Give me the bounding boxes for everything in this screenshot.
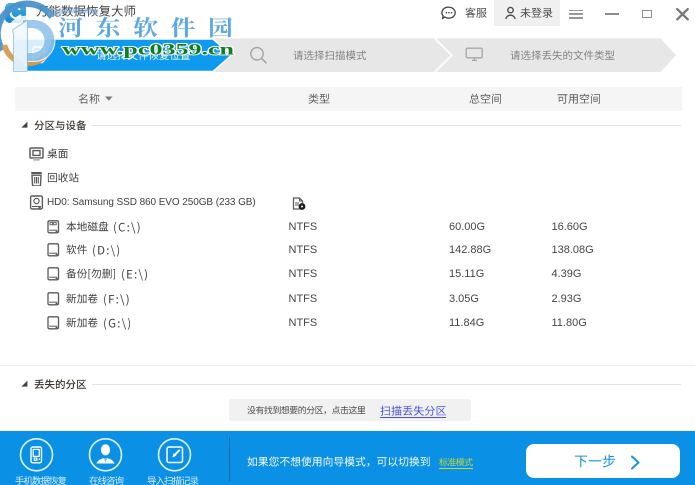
svg-text:www.pc0359.cn: www.pc0359.cn [62, 41, 234, 58]
